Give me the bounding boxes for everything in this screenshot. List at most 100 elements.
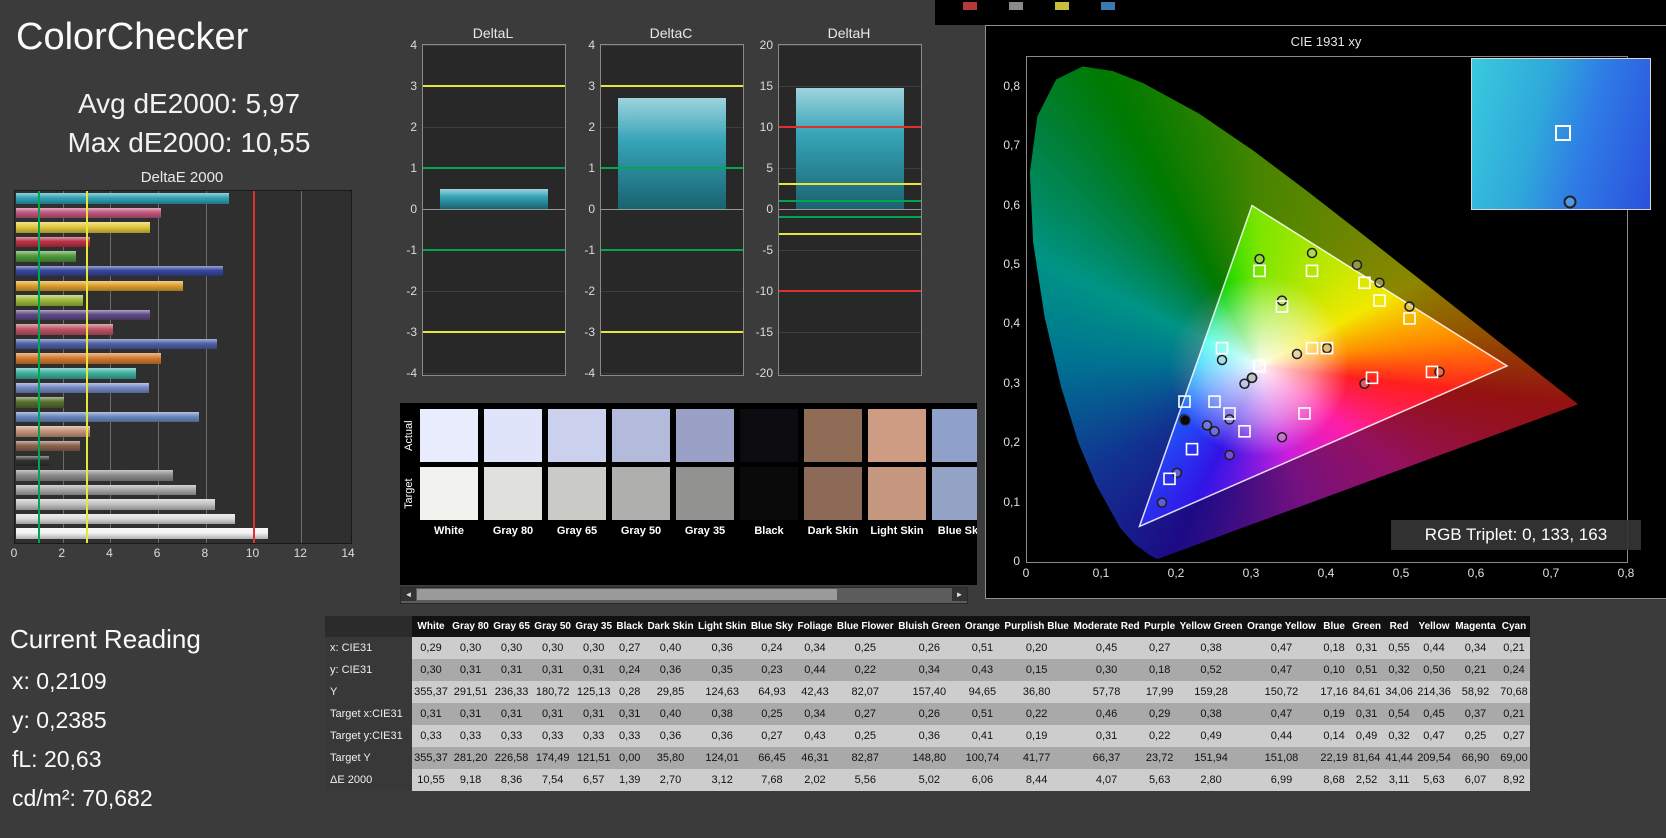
measured-point xyxy=(1216,354,1228,366)
col-header-white: White xyxy=(412,616,450,637)
cie-y-tick-label: 0,1 xyxy=(1003,494,1020,509)
y-tick-label: -5 xyxy=(762,243,773,257)
swatch-label-blue-sky: Blue Sky xyxy=(937,525,977,537)
col-header-gray-65: Gray 65 xyxy=(491,616,533,637)
target-point xyxy=(1253,359,1266,373)
table-row-y:-cie31: y: CIE31 0,30 0,31 0,31 0,31 0,31 0,24 0,36 0,35… xyxy=(325,659,1530,681)
inset-circle-marker xyxy=(1563,195,1577,208)
table-cell: 0,27 xyxy=(834,703,896,725)
col-header-blue: Blue xyxy=(1318,616,1350,637)
table-cell: 82,07 xyxy=(834,681,896,703)
deltaC-bar xyxy=(618,98,726,209)
table-cell: 159,28 xyxy=(1177,681,1245,703)
cie-x-tick-label: 0,1 xyxy=(1092,566,1110,580)
measured-point xyxy=(1276,431,1288,443)
swatch-actual-white xyxy=(420,409,478,462)
table-cell: 0,30 xyxy=(412,659,450,681)
reference-line xyxy=(423,85,565,87)
table-cell: 0,51 xyxy=(962,703,1003,725)
table-cell: 0,21 xyxy=(1497,637,1530,659)
table-row-y: Y 355,37 291,51 236,33 180,72 125,13 0,28 29,85… xyxy=(325,681,1530,703)
table-cell: 0,33 xyxy=(532,725,574,747)
swatch-label-light-skin: Light Skin xyxy=(870,525,924,537)
col-header-light-skin: Light Skin xyxy=(695,616,749,637)
y-tick-label: 2 xyxy=(410,120,417,134)
scroll-left-arrow-icon[interactable]: ◄ xyxy=(401,588,416,601)
col-header-gray-80: Gray 80 xyxy=(450,616,492,637)
table-cell: 8,44 xyxy=(1002,769,1072,791)
table-cell: 121,51 xyxy=(573,747,615,769)
table-cell: 0,24 xyxy=(614,659,646,681)
table-cell: 17,99 xyxy=(1141,681,1178,703)
row-header: Target Y xyxy=(325,747,412,769)
y-tick-label: 0 xyxy=(588,202,595,216)
table-cell: 6,07 xyxy=(1453,769,1498,791)
table-cell: 0,38 xyxy=(695,703,749,725)
toolbar-icon-blue[interactable] xyxy=(1101,2,1115,10)
table-cell: 0,30 xyxy=(573,637,615,659)
col-header-bluish-green: Bluish Green xyxy=(895,616,963,637)
delta-e-bar-white xyxy=(16,528,268,539)
table-cell: 17,16 xyxy=(1318,681,1350,703)
table-cell: 58,92 xyxy=(1453,681,1498,703)
cie-y-tick-label: 0 xyxy=(1013,554,1020,568)
y-tick-label: 3 xyxy=(588,79,595,93)
table-cell: 0,51 xyxy=(1350,659,1384,681)
table-cell: 8,68 xyxy=(1318,769,1350,791)
actual-row-label: Actual xyxy=(403,420,415,452)
delta-e-bar-gray-65 xyxy=(16,499,216,510)
delta-e-bar-purplish-blue xyxy=(16,338,218,350)
delta-e-bar-cyan xyxy=(16,193,229,204)
y-tick-label: -2 xyxy=(584,284,595,298)
table-cell: 236,33 xyxy=(491,681,533,703)
table-cell: 0,36 xyxy=(895,725,963,747)
swatch-target-black xyxy=(740,467,798,520)
table-cell: 0,34 xyxy=(795,637,835,659)
y-tick-label: -3 xyxy=(584,325,595,339)
table-cell: 0,19 xyxy=(1318,703,1350,725)
toolbar-icon-gray[interactable] xyxy=(1009,2,1023,10)
table-cell: 0,25 xyxy=(1453,725,1498,747)
rgb-triplet-label: RGB Triplet: 0, 133, 163 xyxy=(1391,520,1641,550)
table-cell: 2,52 xyxy=(1350,769,1384,791)
delta-e-bar-blue xyxy=(16,265,224,277)
scrollbar-thumb[interactable] xyxy=(417,589,837,600)
table-cell: 0,49 xyxy=(1177,725,1245,747)
scroll-right-arrow-icon[interactable]: ► xyxy=(952,588,967,601)
table-cell: 0,54 xyxy=(1383,703,1416,725)
delta-e-bar-orange-yellow xyxy=(16,280,183,292)
delta-e-bar-foliage xyxy=(16,397,65,408)
y-tick-label: -15 xyxy=(755,325,773,339)
current-reading-title: Current Reading xyxy=(10,624,201,654)
target-point xyxy=(1253,359,1266,373)
table-cell: 214,36 xyxy=(1415,681,1454,703)
row-header: y: CIE31 xyxy=(325,659,412,681)
toolbar-icon-red[interactable] xyxy=(963,2,977,10)
target-point xyxy=(1215,341,1229,355)
y-tick-label: -10 xyxy=(755,284,773,298)
table-cell: 66,45 xyxy=(748,747,796,769)
delta-e-plot xyxy=(14,190,352,544)
toolbar-icon-yellow[interactable] xyxy=(1055,2,1069,10)
table-cell: 29,85 xyxy=(645,681,696,703)
reference-line xyxy=(423,249,565,251)
table-cell: 66,90 xyxy=(1453,747,1498,769)
delta-e-x-axis: 0 2 4 6 8 10 12 14 xyxy=(11,546,360,562)
col-header-orange: Orange xyxy=(962,616,1003,637)
swatch-scrollbar[interactable]: ◄ ► xyxy=(400,587,968,604)
reference-line xyxy=(779,199,921,202)
delta-e-bar-gray-50 xyxy=(16,484,196,496)
gridline xyxy=(779,332,921,333)
app-window: ColorChecker Avg dE2000: 5,97 Max dE2000… xyxy=(0,0,1666,838)
target-point xyxy=(1403,312,1416,325)
row-header: ΔE 2000 xyxy=(325,769,412,791)
target-point xyxy=(1238,424,1251,438)
row-header: Y xyxy=(325,681,412,703)
col-header-gray-35: Gray 35 xyxy=(573,616,615,637)
table-cell: 0,51 xyxy=(962,637,1003,659)
current-reading-point xyxy=(1179,414,1191,426)
swatch-label-gray-65: Gray 65 xyxy=(556,525,598,537)
swatch-actual-gray-35 xyxy=(676,409,734,462)
table-cell: 0,19 xyxy=(1002,725,1072,747)
y-tick-label: 5 xyxy=(766,161,773,175)
